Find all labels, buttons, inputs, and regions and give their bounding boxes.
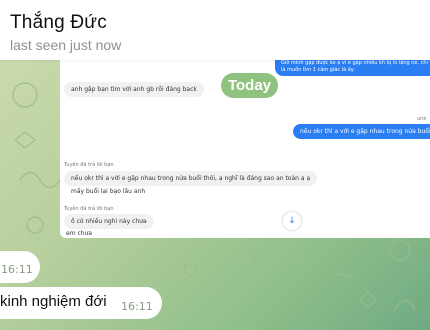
message-time: 16:11: [1, 263, 33, 276]
screenshot-outgoing-message: Giờ mình gặp được ko ạ vì e gặp nhiều kh…: [275, 58, 430, 76]
incoming-message[interactable]: kinh nghiệm đới 16:11: [0, 287, 162, 319]
screenshot-outgoing-message: nếu okr thì a với e gặp nhau trong nửa b…: [293, 124, 430, 139]
message-time: 16:11: [121, 300, 153, 313]
contact-name[interactable]: Thắng Đức: [10, 12, 107, 34]
screenshot-reply-hint: Tuyên đã trả lời bạn: [64, 162, 114, 168]
message-text: kinh nghiệm đới: [0, 293, 107, 310]
screenshot-outgoing-label: unk: [417, 116, 427, 122]
screenshot-incoming-message: ồ có nhiều nghi này chưa: [64, 214, 154, 229]
date-separator: Today: [221, 73, 278, 98]
screenshot-incoming-message: anh gặp bạn tìm với anh gb rồi đáng back: [64, 82, 204, 97]
incoming-message[interactable]: 16:11: [0, 251, 40, 283]
screenshot-reply-hint: Tuyên đã trả lời bạn: [64, 206, 114, 212]
screenshot-incoming-message: em chưa: [66, 230, 93, 237]
arrow-down-icon: ↓: [283, 212, 301, 230]
last-seen-status: last seen just now: [10, 37, 122, 53]
chat-header[interactable]: Thắng Đức last seen just now: [0, 0, 430, 60]
screenshot-incoming-message: mấy buổi lại bạo lâu anh: [71, 188, 146, 195]
